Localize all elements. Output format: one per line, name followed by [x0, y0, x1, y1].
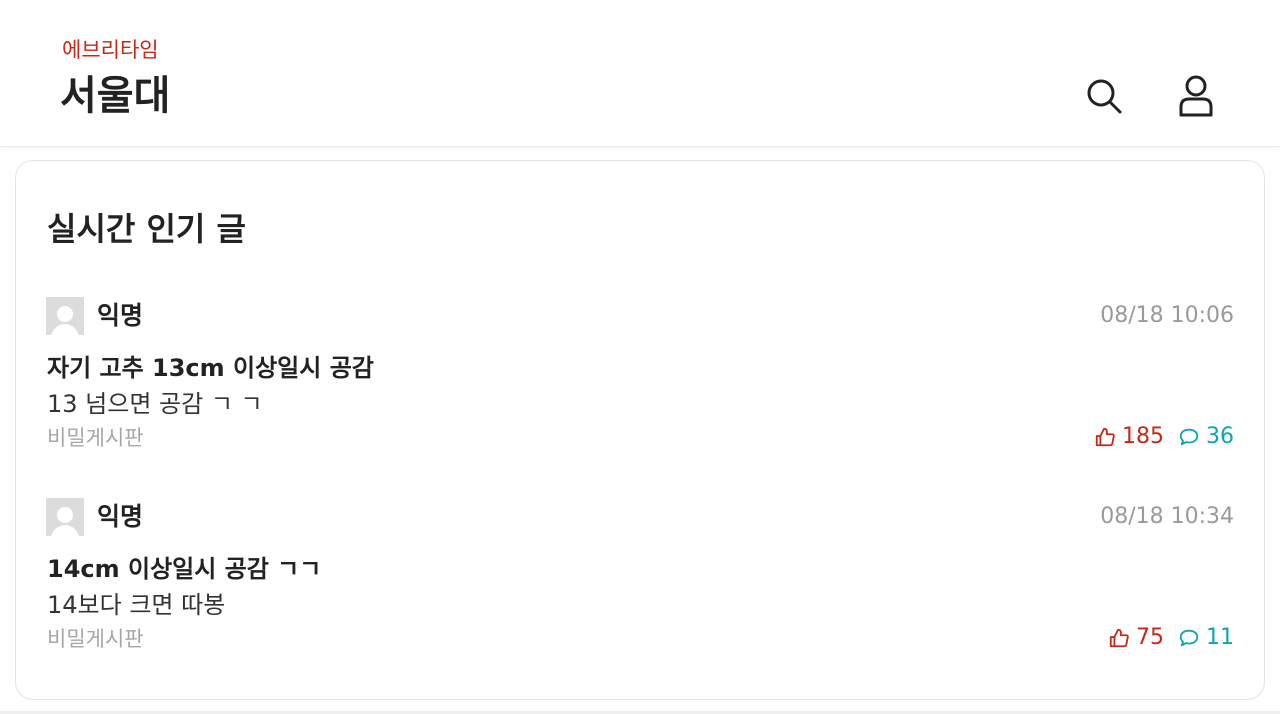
post-title[interactable]: 14cm 이상일시 공감 ㄱㄱ	[47, 552, 321, 586]
thumbs-up-icon	[1109, 628, 1129, 648]
speech-bubble-icon	[1179, 629, 1199, 647]
post-title[interactable]: 자기 고추 13cm 이상일시 공감	[47, 351, 374, 385]
search-button[interactable]	[1082, 72, 1126, 120]
user-icon	[1179, 75, 1213, 117]
section-title[interactable]: 실시간 인기 글	[47, 207, 246, 251]
like-count: 185	[1094, 422, 1164, 452]
avatar-head	[57, 306, 73, 322]
comment-count: 11	[1178, 623, 1234, 653]
comment-count: 36	[1178, 422, 1234, 452]
thumbs-up-icon	[1095, 427, 1115, 447]
post-author: 익명	[97, 301, 144, 330]
speech-bubble-icon	[1179, 428, 1199, 446]
post-board: 비밀게시판	[47, 426, 144, 450]
post-stats: 75 11	[1108, 623, 1234, 653]
post-item[interactable]: 익명 08/18 10:34 14cm 이상일시 공감 ㄱㄱ 14보다 크면 따…	[16, 496, 1264, 686]
brand-label: 에브리타임	[62, 38, 159, 62]
like-count: 75	[1108, 623, 1164, 653]
hot-posts-card: 실시간 인기 글 익명 08/18 10:06 자기 고추 13cm 이상일시 …	[15, 160, 1265, 700]
avatar-body	[51, 525, 79, 536]
avatar	[46, 498, 84, 536]
post-time: 08/18 10:34	[1100, 504, 1234, 529]
app-header: 에브리타임 서울대	[0, 0, 1280, 147]
search-icon	[1087, 79, 1122, 114]
post-time: 08/18 10:06	[1100, 303, 1234, 328]
post-stats: 185 36	[1094, 422, 1234, 452]
like-count-value: 75	[1136, 625, 1164, 650]
post-body: 13 넘으면 공감 ㄱ ㄱ	[47, 390, 263, 418]
avatar	[46, 297, 84, 335]
post-item[interactable]: 익명 08/18 10:06 자기 고추 13cm 이상일시 공감 13 넘으면…	[16, 295, 1264, 485]
post-board: 비밀게시판	[47, 627, 144, 651]
comment-count-value: 36	[1206, 424, 1234, 449]
school-title[interactable]: 서울대	[60, 70, 170, 122]
like-count-value: 185	[1122, 424, 1164, 449]
post-body: 14보다 크면 따봉	[47, 591, 226, 619]
avatar-body	[51, 324, 79, 335]
profile-button[interactable]	[1174, 72, 1218, 120]
post-author: 익명	[97, 502, 144, 531]
avatar-head	[57, 507, 73, 523]
comment-count-value: 11	[1206, 625, 1234, 650]
